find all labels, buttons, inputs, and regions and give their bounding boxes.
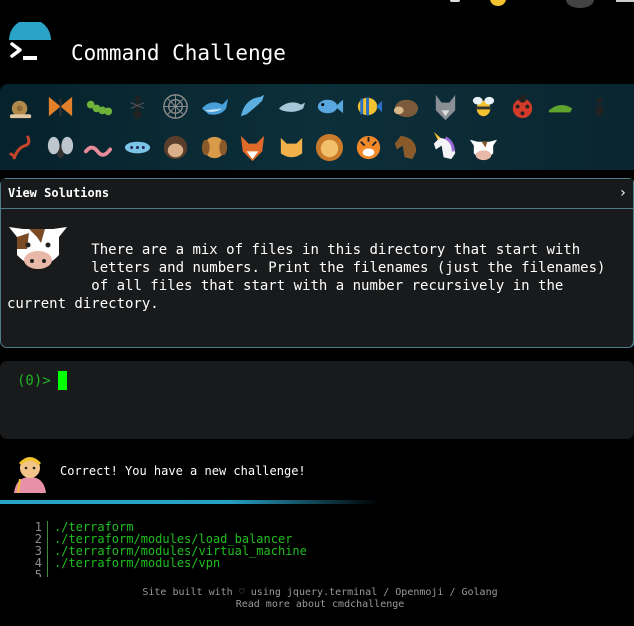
- caterpillar-icon[interactable]: [83, 88, 114, 124]
- line-gutter: [47, 521, 48, 533]
- lion-icon[interactable]: [314, 129, 345, 165]
- view-solutions-panel: View Solutions › There are a mix of file…: [0, 178, 634, 348]
- butterfly-icon[interactable]: [45, 88, 76, 124]
- ant-icon[interactable]: [122, 88, 153, 124]
- footer-tech-links[interactable]: using jquery.terminal / Openmoji / Golan…: [251, 587, 498, 598]
- read-more-link[interactable]: Read more about cmdchallenge: [0, 599, 634, 611]
- line-gutter: [47, 545, 48, 557]
- hedgehog-icon[interactable]: [391, 88, 422, 124]
- dog-icon[interactable]: [199, 129, 230, 165]
- fox-icon[interactable]: [237, 129, 268, 165]
- unicorn-icon[interactable]: [430, 129, 461, 165]
- heart-icon: ♡: [238, 587, 245, 598]
- cricket-icon[interactable]: [545, 88, 576, 124]
- challenge-description: There are a mix of files in this directo…: [7, 242, 606, 312]
- fly-icon[interactable]: [45, 129, 76, 165]
- ant-alt-icon[interactable]: [584, 88, 615, 124]
- cow-icon[interactable]: [468, 129, 499, 165]
- whale-icon[interactable]: [199, 88, 230, 124]
- ladybug-icon[interactable]: [507, 88, 538, 124]
- worm-icon[interactable]: [83, 129, 114, 165]
- line-gutter: [47, 533, 48, 545]
- line-gutter: [47, 557, 48, 569]
- snail-icon[interactable]: [6, 88, 37, 124]
- solution-line: 4 ./terraform/modules/vpn: [30, 557, 630, 569]
- fish-icon[interactable]: [314, 88, 345, 124]
- wolf-icon[interactable]: [430, 88, 461, 124]
- top-toolbar-icons: [440, 0, 634, 8]
- page-title: Command Challenge: [71, 41, 286, 65]
- terminal-prompt-icon[interactable]: [8, 22, 52, 66]
- emoji-row-1: [6, 88, 622, 124]
- chevron-right-icon[interactable]: ›: [619, 185, 627, 201]
- cat-icon[interactable]: [276, 129, 307, 165]
- feedback-message: Correct! You have a new challenge!: [0, 451, 634, 493]
- toolbar-icon-2[interactable]: [490, 0, 506, 6]
- site-footer: Site built with ♡ using jquery.terminal …: [0, 587, 634, 611]
- monkey-icon[interactable]: [160, 129, 191, 165]
- terminal-prompt: (0)>: [17, 373, 51, 389]
- microbe-icon[interactable]: [122, 129, 153, 165]
- toolbar-icon-1[interactable]: [450, 0, 460, 2]
- section-divider: [0, 500, 380, 504]
- tropical-fish-icon[interactable]: [353, 88, 384, 124]
- terminal-cursor[interactable]: [58, 371, 67, 390]
- line-gutter: [47, 569, 48, 577]
- solution-line: 5: [30, 569, 630, 577]
- line-number: 5: [34, 568, 42, 577]
- terminal-window[interactable]: (0)>: [0, 361, 634, 439]
- dolphin-icon[interactable]: [276, 88, 307, 124]
- solution-output: 1 ./terraform 2 ./terraform/modules/load…: [30, 521, 630, 577]
- menu-icon[interactable]: [616, 0, 634, 2]
- view-solutions-label: View Solutions: [8, 186, 110, 200]
- dolphin-jumping-icon[interactable]: [237, 88, 268, 124]
- view-solutions-toggle[interactable]: View Solutions ›: [1, 179, 633, 209]
- tiger-icon[interactable]: [353, 129, 384, 165]
- line-code: ./terraform/modules/vpn: [54, 556, 221, 570]
- emoji-row-2: [6, 129, 507, 165]
- footer-prefix: Site built with: [142, 587, 233, 598]
- app-header: Command Challenge: [8, 22, 628, 82]
- horse-icon[interactable]: [391, 129, 422, 165]
- challenge-emoji-grid: [0, 84, 634, 170]
- genie-icon: [14, 457, 46, 493]
- footer-credits: Site built with ♡ using jquery.terminal …: [0, 587, 634, 599]
- feedback-text: Correct! You have a new challenge!: [60, 464, 306, 478]
- bee-icon[interactable]: [468, 88, 499, 124]
- scorpion-icon[interactable]: [6, 129, 37, 165]
- user-avatar[interactable]: [566, 0, 594, 8]
- spider-web-icon[interactable]: [160, 88, 191, 124]
